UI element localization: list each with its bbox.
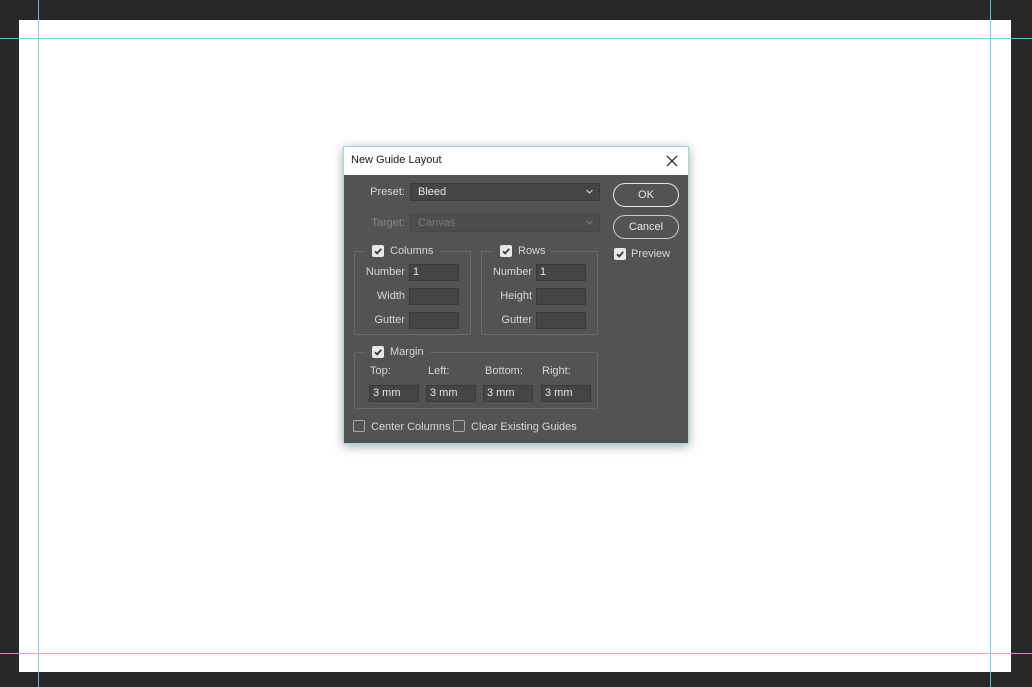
close-button[interactable] [662,151,682,171]
margin-top-field[interactable]: 3 mm [369,385,419,402]
clear-existing-guides-checkbox[interactable] [453,420,465,432]
target-dropdown: Canvas [410,214,600,232]
columns-width-label: Width [376,290,405,302]
columns-header: Columns [366,244,440,258]
columns-number-label: Number [365,266,405,278]
chevron-down-icon [585,187,594,199]
preset-value: Bleed [418,186,447,198]
columns-gutter-label: Gutter [374,314,405,326]
target-label: Target: [371,217,405,229]
close-icon [662,151,682,171]
rows-number-label: Number [492,266,532,278]
margin-top-label: Top: [370,365,391,377]
columns-gutter-field[interactable] [409,312,459,329]
columns-width-field[interactable] [409,288,459,305]
rows-header: Rows [494,244,550,258]
center-columns-checkbox[interactable] [353,420,365,432]
guide-vertical-left[interactable] [38,0,39,687]
dialog-titlebar[interactable]: New Guide Layout [344,147,688,175]
rows-number-field[interactable]: 1 [536,264,586,281]
target-value: Canvas [418,217,456,229]
margin-right-field[interactable]: 3 mm [541,385,591,402]
margin-checkbox[interactable] [372,346,384,358]
guide-horizontal-top[interactable] [0,38,1032,39]
rows-height-label: Height [500,290,532,302]
margin-label: Margin [390,346,424,358]
dialog-title: New Guide Layout [351,154,442,166]
cancel-button[interactable]: Cancel [613,215,679,239]
margin-left-field[interactable]: 3 mm [426,385,476,402]
rows-label: Rows [518,245,546,257]
margin-left-label: Left: [428,365,450,377]
rows-gutter-field[interactable] [536,312,586,329]
preview-checkbox[interactable] [614,248,626,260]
center-columns-label: Center Columns [371,421,451,433]
margin-right-label: Right: [542,365,571,377]
margin-bottom-label: Bottom: [485,365,523,377]
preset-dropdown[interactable]: Bleed [410,183,600,201]
rows-gutter-label: Gutter [501,314,532,326]
columns-label: Columns [390,245,434,257]
guide-vertical-right[interactable] [990,0,991,687]
margin-header: Margin [366,345,430,359]
margin-bottom-field[interactable]: 3 mm [483,385,533,402]
clear-existing-guides-label: Clear Existing Guides [471,421,577,433]
columns-number-field[interactable]: 1 [409,264,459,281]
ok-button[interactable]: OK [613,183,679,207]
chevron-down-icon [585,218,594,230]
new-guide-layout-dialog: New Guide Layout Preset: Bleed Target: C… [343,146,689,444]
rows-checkbox[interactable] [500,245,512,257]
guide-horizontal-bottom[interactable] [0,653,1032,654]
columns-checkbox[interactable] [372,245,384,257]
rows-height-field[interactable] [536,288,586,305]
preset-label: Preset: [370,186,405,198]
preview-label: Preview [631,248,671,260]
